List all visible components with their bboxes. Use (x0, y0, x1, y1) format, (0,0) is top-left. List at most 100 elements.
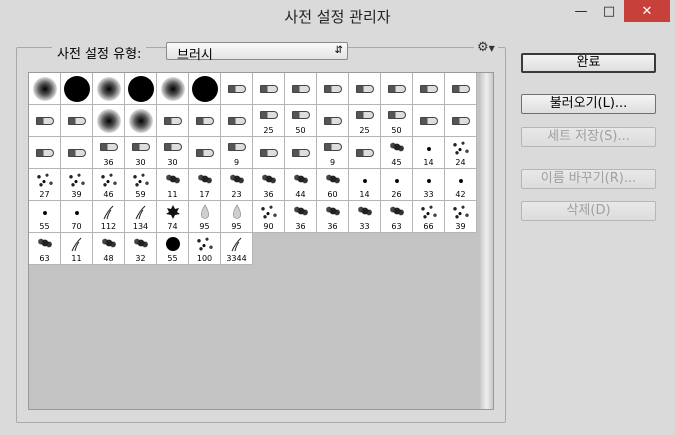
brush-preset-item[interactable]: 36 (317, 201, 349, 233)
brush-preset-item[interactable] (381, 73, 413, 105)
brush-size-label: 36 (327, 222, 338, 231)
delete-button[interactable]: 삭제(D) (521, 201, 656, 221)
brush-preset-item[interactable] (413, 105, 445, 137)
brush-preset-item[interactable] (317, 73, 349, 105)
brush-preset-item[interactable]: 134 (125, 201, 157, 233)
brush-preset-item[interactable]: 50 (381, 105, 413, 137)
brush-preset-item[interactable]: 95 (189, 201, 221, 233)
brush-preset-item[interactable] (61, 137, 93, 169)
preset-type-select[interactable]: 브러시 ⇵ (166, 42, 348, 63)
brush-preset-item[interactable]: 50 (285, 105, 317, 137)
brush-preset-item[interactable]: 33 (413, 169, 445, 201)
dot-brush-icon (424, 145, 433, 153)
brush-preset-item[interactable]: 100 (189, 233, 221, 265)
brush-preset-item[interactable]: 26 (381, 169, 413, 201)
brush-preset-item[interactable]: 63 (381, 201, 413, 233)
brush-preset-item[interactable]: 55 (29, 201, 61, 233)
brush-preset-item[interactable]: 30 (157, 137, 189, 169)
brush-preset-item[interactable]: 11 (61, 233, 93, 265)
brush-preset-item[interactable]: 95 (221, 201, 253, 233)
brush-preset-item[interactable] (93, 105, 125, 137)
brush-preset-item[interactable]: 17 (189, 169, 221, 201)
load-button[interactable]: 불러오기(L)... (521, 94, 656, 114)
brush-preset-item[interactable] (445, 73, 477, 105)
splatter-brush-icon (322, 204, 343, 218)
brush-preset-item[interactable] (285, 137, 317, 169)
brush-preset-item[interactable]: 11 (157, 169, 189, 201)
brush-preset-item[interactable]: 60 (317, 169, 349, 201)
brush-preset-item[interactable]: 23 (221, 169, 253, 201)
brush-preset-item[interactable] (189, 105, 221, 137)
brush-preset-item[interactable] (317, 105, 349, 137)
brush-preset-item[interactable]: 25 (253, 105, 285, 137)
brush-preset-item[interactable]: 42 (445, 169, 477, 201)
hard-round-brush-icon (191, 76, 218, 102)
brush-preset-item[interactable] (29, 105, 61, 137)
brush-preset-item[interactable]: 36 (285, 201, 317, 233)
brush-preset-item[interactable] (349, 73, 381, 105)
brush-preset-item[interactable]: 36 (253, 169, 285, 201)
brush-preset-item[interactable] (61, 73, 93, 105)
brush-size-label: 39 (71, 190, 82, 199)
preset-type-value: 브러시 (177, 48, 213, 63)
brush-preset-item[interactable] (221, 105, 253, 137)
brush-preset-item[interactable]: 33 (349, 201, 381, 233)
brush-preset-item[interactable] (413, 73, 445, 105)
brush-preset-item[interactable] (125, 73, 157, 105)
brush-preset-item[interactable]: 90 (253, 201, 285, 233)
brush-preset-item[interactable]: 44 (285, 169, 317, 201)
done-button[interactable]: 완료 (521, 53, 656, 73)
brush-preset-item[interactable]: 39 (61, 169, 93, 201)
scatter-brush-icon (130, 172, 151, 188)
brush-preset-item[interactable]: 30 (125, 137, 157, 169)
maximize-icon[interactable]: □ (596, 0, 622, 22)
brush-preset-item[interactable]: 70 (61, 201, 93, 233)
brush-preset-item[interactable] (253, 137, 285, 169)
brush-preset-item[interactable]: 9 (221, 137, 253, 169)
save-set-button[interactable]: 세트 저장(S)... (521, 127, 656, 147)
gear-icon[interactable]: ⚙▼ (474, 40, 498, 55)
brush-preset-item[interactable] (61, 105, 93, 137)
brush-preset-item[interactable] (253, 73, 285, 105)
brush-preset-item[interactable] (285, 73, 317, 105)
dot-brush-icon (392, 177, 401, 185)
brush-preset-item[interactable]: 46 (93, 169, 125, 201)
brush-preset-item[interactable] (157, 105, 189, 137)
brush-preset-item[interactable] (29, 137, 61, 169)
minimize-icon[interactable]: — (568, 0, 594, 22)
brush-preset-item[interactable]: 74 (157, 201, 189, 233)
brush-preset-item[interactable]: 32 (125, 233, 157, 265)
brush-preset-item[interactable] (189, 73, 221, 105)
brush-preset-item[interactable]: 36 (93, 137, 125, 169)
scrollbar[interactable] (480, 73, 493, 409)
rename-button[interactable]: 이름 바꾸기(R)... (521, 169, 656, 189)
brush-preset-item[interactable]: 63 (29, 233, 61, 265)
close-icon[interactable]: ✕ (624, 0, 670, 22)
brush-preset-item[interactable] (125, 105, 157, 137)
brush-preset-item[interactable] (349, 137, 381, 169)
grass-brush-icon (229, 236, 245, 252)
brush-preset-item[interactable] (445, 105, 477, 137)
brush-preset-item[interactable]: 25 (349, 105, 381, 137)
brush-preset-item[interactable] (157, 73, 189, 105)
brush-size-label: 44 (295, 190, 306, 199)
brush-preset-item[interactable]: 9 (317, 137, 349, 169)
brush-preset-item[interactable] (29, 73, 61, 105)
hard-round-brush-icon (63, 76, 90, 102)
brush-preset-item[interactable]: 3344 (221, 233, 253, 265)
brush-preset-item[interactable]: 39 (445, 201, 477, 233)
brush-preset-item[interactable] (93, 73, 125, 105)
brush-preset-item[interactable]: 45 (381, 137, 413, 169)
brush-preset-item[interactable]: 59 (125, 169, 157, 201)
brush-preset-item[interactable]: 14 (413, 137, 445, 169)
brush-preset-item[interactable]: 48 (93, 233, 125, 265)
brush-preset-item[interactable]: 27 (29, 169, 61, 201)
brush-preset-item[interactable]: 14 (349, 169, 381, 201)
brush-preset-item[interactable]: 24 (445, 137, 477, 169)
brush-preset-item[interactable]: 112 (93, 201, 125, 233)
brush-preset-item[interactable]: 66 (413, 201, 445, 233)
brush-preset-item[interactable] (189, 137, 221, 169)
brush-preset-item[interactable]: 55 (157, 233, 189, 265)
brush-size-label: 48 (103, 254, 114, 263)
brush-preset-item[interactable] (221, 73, 253, 105)
